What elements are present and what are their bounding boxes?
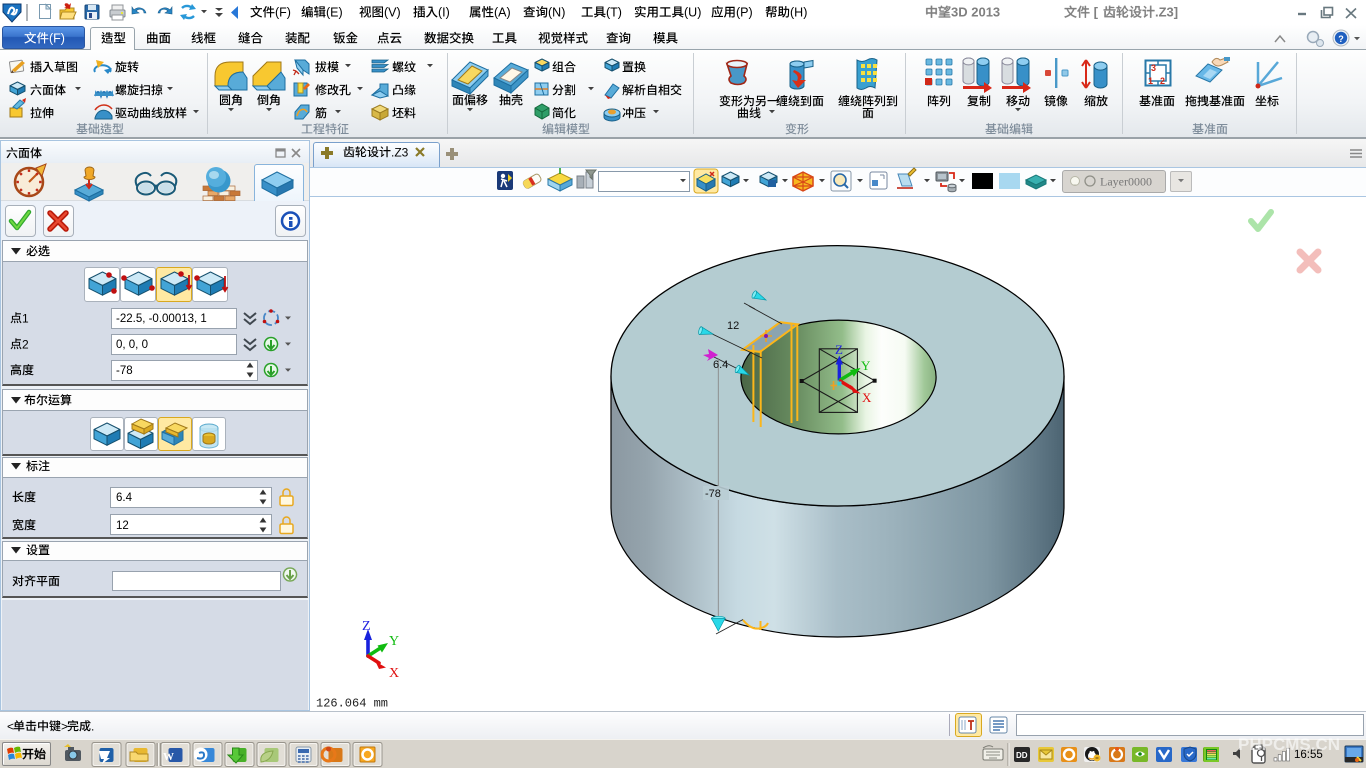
svg-text:<: < <box>7 719 14 733</box>
svg-text:(I): (I) <box>438 6 450 20</box>
svg-text:(E): (E) <box>326 6 343 20</box>
svg-text:[: [ <box>1090 5 1099 20</box>
svg-text:(A): (A) <box>494 6 511 20</box>
svg-text:.Z3: .Z3 <box>391 145 409 159</box>
svg-text:-78: -78 <box>116 365 133 377</box>
svg-text:6.4: 6.4 <box>713 359 728 371</box>
svg-text:(U): (U) <box>684 6 701 20</box>
svg-text:(P): (P) <box>736 6 753 20</box>
svg-text:3D 2013: 3D 2013 <box>951 5 1000 20</box>
svg-text:1: 1 <box>22 311 29 325</box>
svg-text:PHPCMS.CN: PHPCMS.CN <box>1238 735 1340 754</box>
svg-text:>: > <box>61 719 68 733</box>
svg-text:(F): (F) <box>49 32 65 46</box>
svg-text:6.4: 6.4 <box>116 492 133 504</box>
svg-text:126.064 mm: 126.064 mm <box>316 696 388 710</box>
svg-text:0, 0, 0: 0, 0, 0 <box>116 339 148 351</box>
svg-text:Layer0000: Layer0000 <box>1100 174 1152 188</box>
svg-text:(F): (F) <box>275 6 291 20</box>
svg-text:-22.5, -0.00013, 1: -22.5, -0.00013, 1 <box>116 313 207 325</box>
svg-text:(T): (T) <box>606 6 622 20</box>
svg-text:.Z3]: .Z3] <box>1155 5 1178 20</box>
svg-text:2: 2 <box>22 337 29 351</box>
svg-text:(H): (H) <box>790 6 807 20</box>
svg-text:(N): (N) <box>548 6 565 20</box>
svg-text:12: 12 <box>727 320 739 332</box>
svg-text:-78: -78 <box>705 488 721 500</box>
svg-text:12: 12 <box>116 520 129 532</box>
svg-text:(V): (V) <box>384 6 401 20</box>
svg-text:.: . <box>91 719 94 733</box>
